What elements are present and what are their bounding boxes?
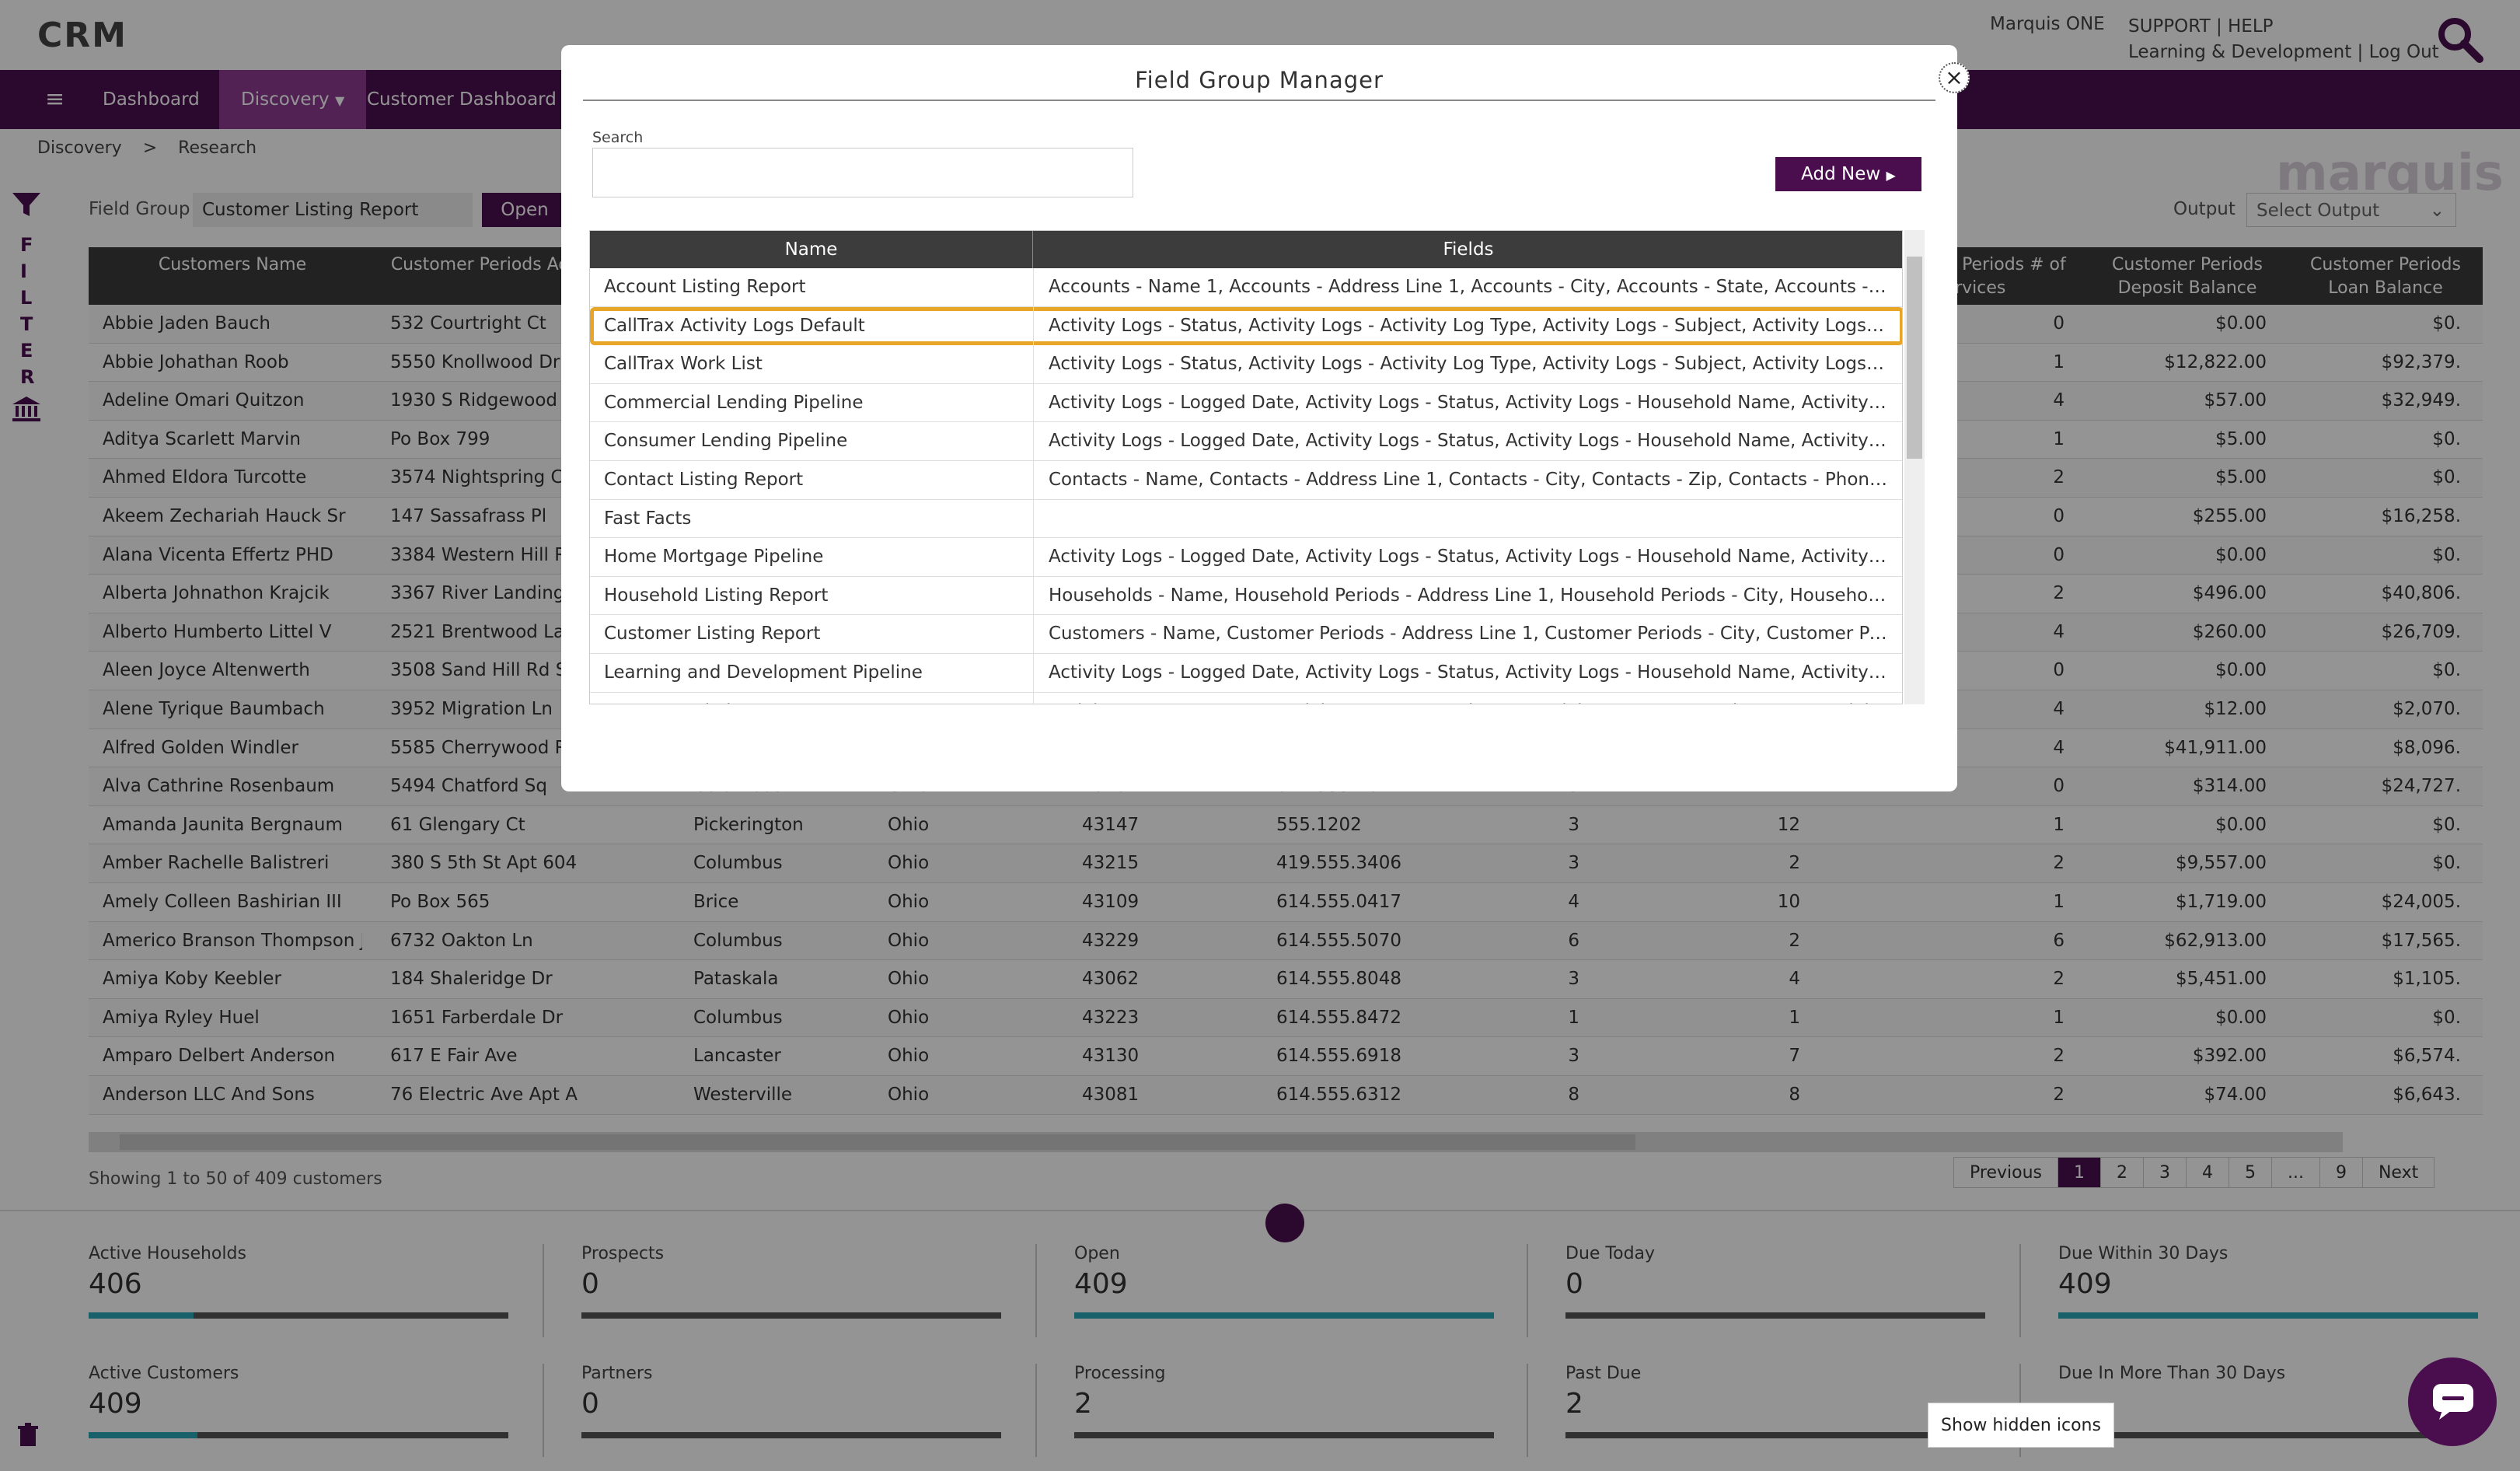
field-group-name: Learning and Development Pipeline bbox=[604, 662, 923, 683]
cell-divider bbox=[1033, 615, 1034, 654]
field-group-fields: Customers - Name, Customer Periods - Add… bbox=[1049, 624, 1888, 645]
field-group-name: Contact Listing Report bbox=[604, 470, 804, 490]
field-group-fields: Activity Logs - Logged Date, Activity Lo… bbox=[1049, 431, 1888, 452]
field-group-row[interactable]: Account Listing Report Accounts - Name 1,… bbox=[590, 268, 1902, 307]
field-group-row[interactable]: Contact Listing Report Contacts - Name, C… bbox=[590, 461, 1902, 500]
add-new-button[interactable]: Add New ▶ bbox=[1775, 157, 1921, 191]
chat-button[interactable] bbox=[2408, 1357, 2497, 1446]
cell-divider bbox=[1033, 576, 1034, 616]
field-group-name: Account Listing Report bbox=[604, 277, 806, 297]
field-group-name: Home Mortgage Pipeline bbox=[604, 547, 824, 568]
modal-title: Field Group Manager bbox=[1135, 67, 1384, 93]
field-group-row-selected[interactable]: CallTrax Activity Logs Default Activity L… bbox=[590, 306, 1902, 346]
field-group-name: CallTrax Activity Logs Default bbox=[604, 315, 865, 336]
close-icon[interactable]: × bbox=[1939, 62, 1970, 93]
field-groups-header: Name Fields bbox=[590, 231, 1902, 268]
add-new-label: Add New bbox=[1801, 164, 1881, 184]
col-fields[interactable]: Fields bbox=[1033, 231, 1902, 268]
chat-icon bbox=[2433, 1384, 2473, 1420]
field-group-row[interactable]: Fast Facts bbox=[590, 499, 1902, 539]
cell-divider bbox=[1033, 692, 1034, 704]
field-group-row[interactable]: Home Mortgage Pipeline Activity Logs - Lo… bbox=[590, 538, 1902, 577]
cell-divider bbox=[1033, 461, 1034, 500]
field-group-name: Fast Facts bbox=[604, 508, 692, 529]
field-group-fields: Activity Logs - Due Date, Activity Logs … bbox=[1049, 693, 1888, 704]
field-group-fields: Activity Logs - Status, Activity Logs - … bbox=[1049, 354, 1888, 375]
field-group-row[interactable]: Learning and Development Pipeline Activit… bbox=[590, 654, 1902, 693]
field-group-fields: Activity Logs - Logged Date, Activity Lo… bbox=[1049, 547, 1888, 568]
scrollbar-thumb[interactable] bbox=[1907, 257, 1922, 459]
field-group-manager-modal: Field Group Manager × Search Add New ▶ N… bbox=[561, 45, 1970, 791]
arrow-right-icon: ▶ bbox=[1886, 168, 1896, 183]
cell-divider bbox=[1033, 654, 1034, 693]
field-group-name: Customer Listing Report bbox=[604, 624, 821, 645]
field-group-fields bbox=[1049, 500, 1888, 539]
field-group-name: Commercial Lending Pipeline bbox=[604, 392, 864, 413]
cell-divider bbox=[1033, 499, 1034, 539]
field-group-row[interactable]: Customer Listing Report Customers - Name,… bbox=[590, 615, 1902, 654]
search-input[interactable] bbox=[592, 148, 1133, 197]
field-group-fields: Households - Name, Household Periods - A… bbox=[1049, 585, 1888, 606]
field-groups-table: Name Fields Account Listing Report Accoun… bbox=[589, 230, 1903, 704]
field-group-fields: Activity Logs - Logged Date, Activity Lo… bbox=[1049, 662, 1888, 683]
col-name[interactable]: Name bbox=[590, 231, 1033, 268]
cell-divider bbox=[1033, 383, 1034, 423]
field-group-fields: Contacts - Name, Contacts - Address Line… bbox=[1049, 470, 1888, 490]
cell-divider bbox=[1033, 345, 1034, 384]
field-group-row[interactable]: Household Listing Report Households - Nam… bbox=[590, 576, 1902, 616]
field-group-name: Consumer Lending Pipeline bbox=[604, 431, 848, 452]
field-group-row[interactable]: Consumer Lending Pipeline Activity Logs -… bbox=[590, 422, 1902, 461]
modal-title-divider bbox=[583, 100, 1935, 101]
modal-vertical-scrollbar[interactable] bbox=[1904, 230, 1925, 704]
field-group-name: Household Listing Report bbox=[604, 585, 829, 606]
show-hidden-icons-tooltip: Show hidden icons bbox=[1928, 1403, 2114, 1448]
field-group-row[interactable]: CallTrax Work List Activity Logs - Status… bbox=[590, 345, 1902, 384]
field-group-row[interactable]: Commercial Lending Pipeline Activity Logs… bbox=[590, 383, 1902, 423]
field-group-name: Log Entry Listing Report bbox=[604, 693, 1024, 704]
field-group-name: CallTrax Work List bbox=[604, 354, 763, 375]
field-group-fields: Accounts - Name 1, Accounts - Address Li… bbox=[1049, 277, 1888, 297]
cell-divider bbox=[1033, 268, 1034, 307]
cell-divider bbox=[1033, 538, 1034, 577]
field-group-fields: Activity Logs - Logged Date, Activity Lo… bbox=[1049, 392, 1888, 413]
search-label: Search bbox=[592, 129, 644, 146]
cell-divider bbox=[1033, 306, 1034, 346]
field-group-row[interactable]: Log Entry Listing Report Activity Logs - … bbox=[590, 692, 1902, 704]
field-group-fields: Activity Logs - Status, Activity Logs - … bbox=[1049, 315, 1888, 336]
cell-divider bbox=[1033, 422, 1034, 461]
